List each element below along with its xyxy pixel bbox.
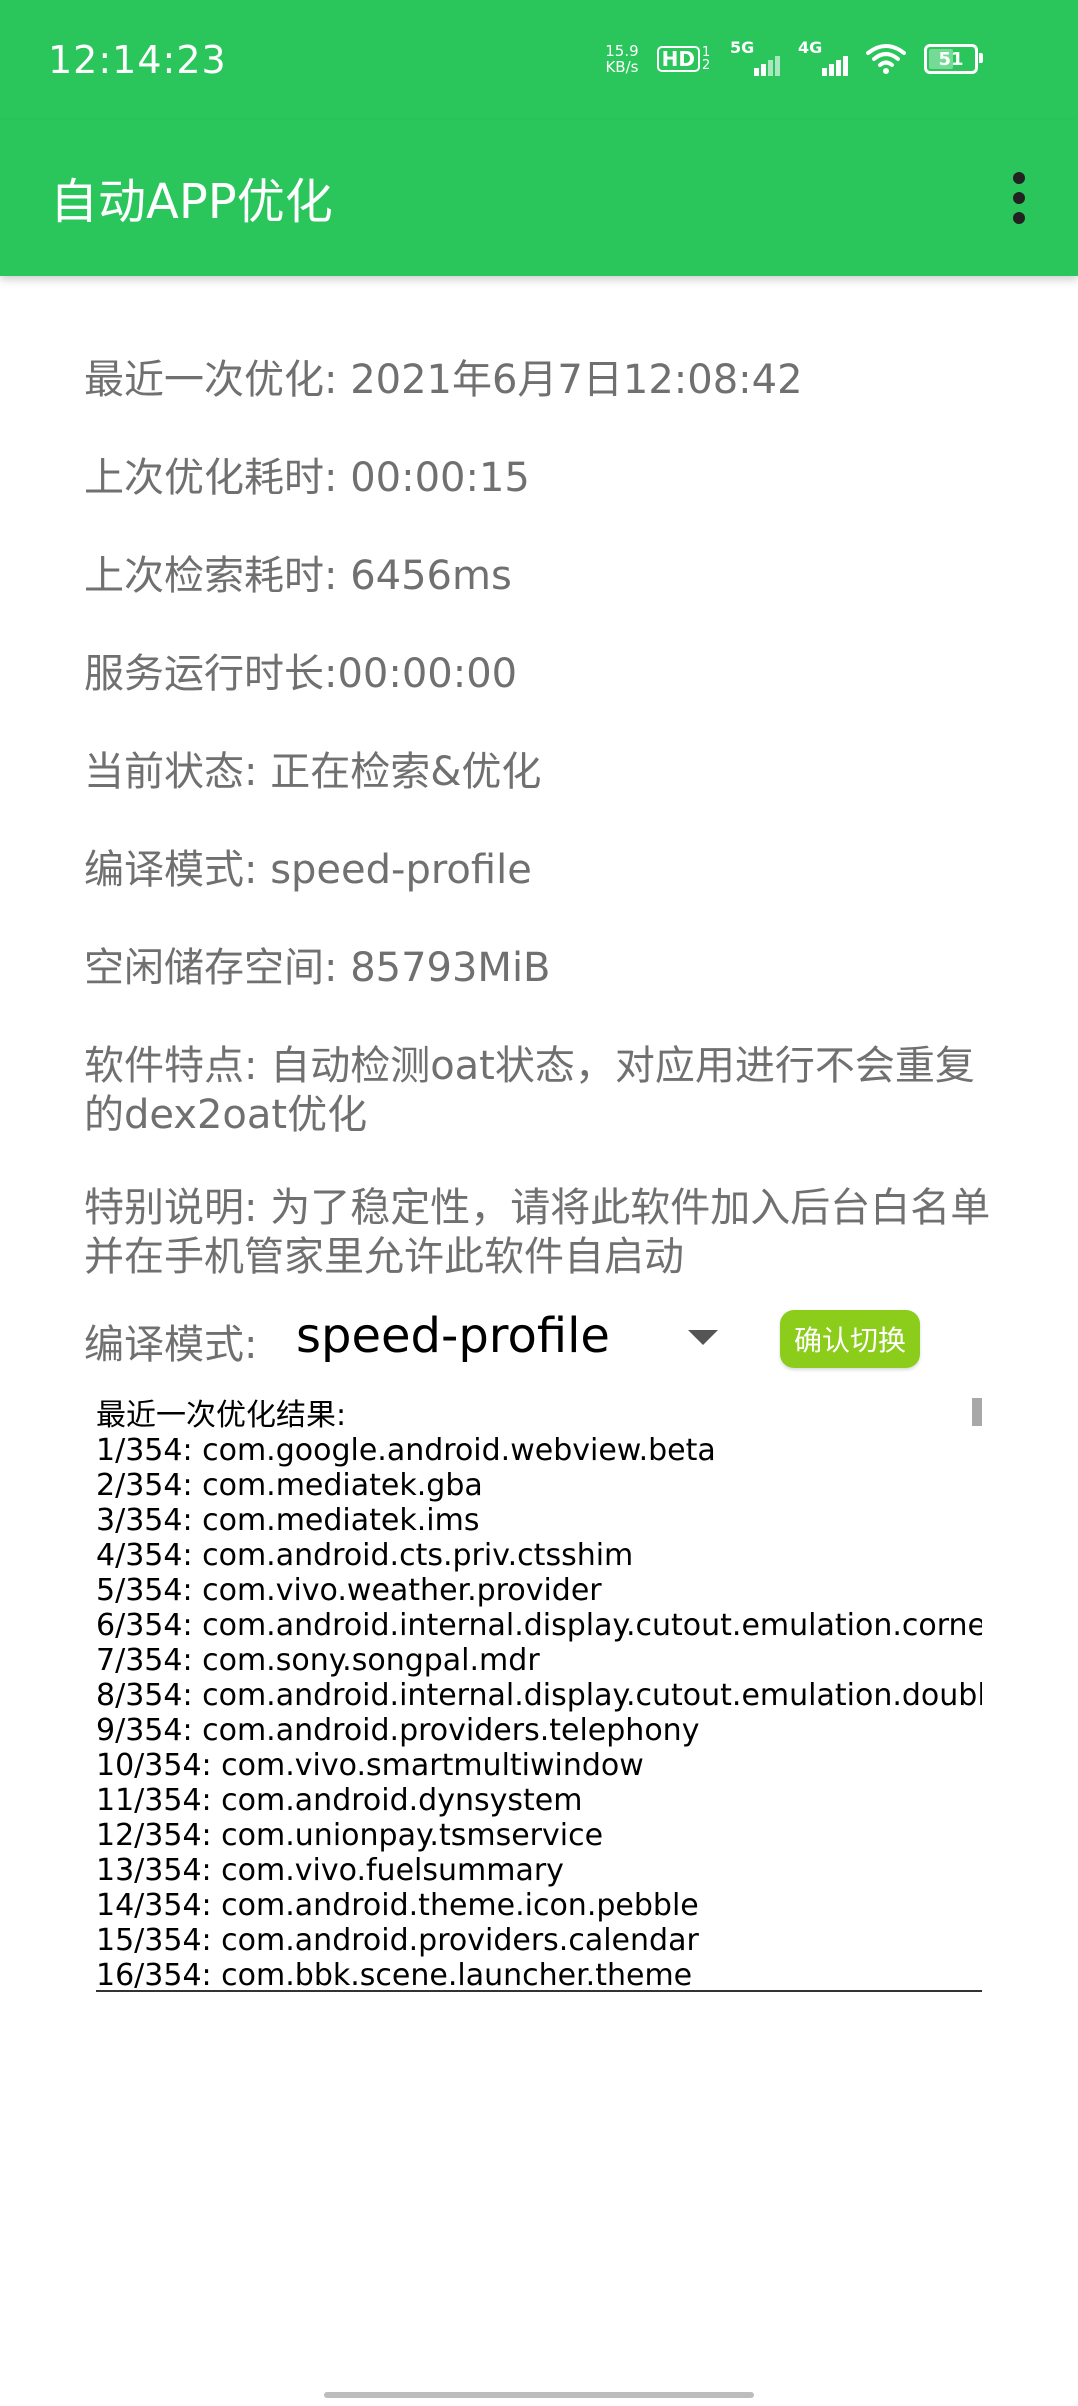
list-item: 14/354: com.android.theme.icon.pebble: [96, 1888, 699, 1923]
signal-4g-icon: 4G: [798, 38, 848, 76]
compile-mode-selected: speed-profile: [296, 1308, 610, 1364]
software-features: 软件特点: 自动检测oat状态，对应用进行不会重复的dex2oat优化: [84, 1043, 975, 1138]
battery-level: 51: [938, 48, 964, 70]
results-header: 最近一次优化结果:: [96, 1398, 347, 1433]
info-list: 最近一次优化: 2021年6月7日12:08:42 上次优化耗时: 00:00:…: [84, 356, 1004, 1282]
service-uptime: 服务运行时长:00:00:00: [84, 651, 518, 697]
signal-5g-icon: 5G: [730, 38, 780, 76]
hd-badge: HD: [656, 46, 700, 72]
signal-4g-label: 4G: [798, 38, 823, 57]
last-optimization-time: 最近一次优化: 2021年6月7日12:08:42: [84, 357, 803, 403]
wifi-icon: [866, 44, 906, 74]
hd-icon: HD 1 2: [656, 45, 712, 73]
net-speed-unit: KB/s: [605, 58, 639, 76]
list-item: 4/354: com.android.cts.priv.ctsshim: [96, 1538, 634, 1573]
list-item: 9/354: com.android.providers.telephony: [96, 1713, 700, 1748]
list-item: 15/354: com.android.providers.calendar: [96, 1923, 699, 1958]
confirm-switch-button[interactable]: 确认切换: [780, 1310, 920, 1368]
list-item: 10/354: com.vivo.smartmultiwindow: [96, 1748, 644, 1783]
list-item: 11/354: com.android.dynsystem: [96, 1783, 583, 1818]
scrollbar-thumb[interactable]: [972, 1398, 982, 1426]
status-bar: 12:14:23 15.9 KB/s HD 1 2 5G 4G 51: [0, 0, 1078, 120]
list-item: 1/354: com.google.android.webview.beta: [96, 1433, 716, 1468]
app-bar: 自动APP优化: [0, 120, 1078, 276]
mode-label: 编译模式:: [84, 1322, 258, 1368]
list-item: 8/354: com.android.internal.display.cuto…: [96, 1678, 982, 1713]
results-scroll-area[interactable]: 最近一次优化结果: 1/354: com.google.android.webv…: [96, 1398, 982, 1992]
free-storage: 空闲储存空间: 85793MiB: [84, 945, 551, 991]
hd-sub: 1 2: [702, 45, 711, 73]
list-item: 13/354: com.vivo.fuelsummary: [96, 1853, 564, 1888]
list-item: 5/354: com.vivo.weather.provider: [96, 1573, 602, 1608]
app-title: 自动APP优化: [50, 174, 333, 230]
list-item: 12/354: com.unionpay.tsmservice: [96, 1818, 604, 1853]
compile-mode-dropdown[interactable]: speed-profile: [296, 1308, 726, 1368]
status-icons: 15.9 KB/s HD 1 2 5G 4G 51: [605, 38, 983, 76]
signal-5g-label: 5G: [730, 38, 755, 57]
overflow-menu-icon[interactable]: [984, 160, 1054, 236]
net-speed-value: 15.9: [605, 42, 639, 60]
battery-icon: 51: [924, 44, 983, 74]
last-search-duration: 上次检索耗时: 6456ms: [84, 553, 512, 599]
mode-selector-row: 编译模式: speed-profile 确认切换: [84, 1308, 1004, 1368]
list-item: 2/354: com.mediatek.gba: [96, 1468, 483, 1503]
list-item: 16/354: com.bbk.scene.launcher.theme: [96, 1958, 693, 1992]
net-speed-icon: 15.9 KB/s: [605, 43, 638, 75]
special-notes: 特别说明: 为了稳定性，请将此软件加入后台白名单并在手机管家里允许此软件自启动: [84, 1185, 991, 1280]
last-optimization-duration: 上次优化耗时: 00:00:15: [84, 455, 530, 501]
current-status: 当前状态: 正在检索&优化: [84, 749, 542, 795]
list-item: 3/354: com.mediatek.ims: [96, 1503, 480, 1538]
list-item: 6/354: com.android.internal.display.cuto…: [96, 1608, 982, 1643]
compile-mode-info: 编译模式: speed-profile: [84, 847, 532, 893]
status-time: 12:14:23: [48, 38, 227, 82]
list-item: 7/354: com.sony.songpal.mdr: [96, 1643, 540, 1678]
dropdown-arrow-icon: [688, 1330, 718, 1345]
home-indicator[interactable]: [324, 2392, 754, 2398]
